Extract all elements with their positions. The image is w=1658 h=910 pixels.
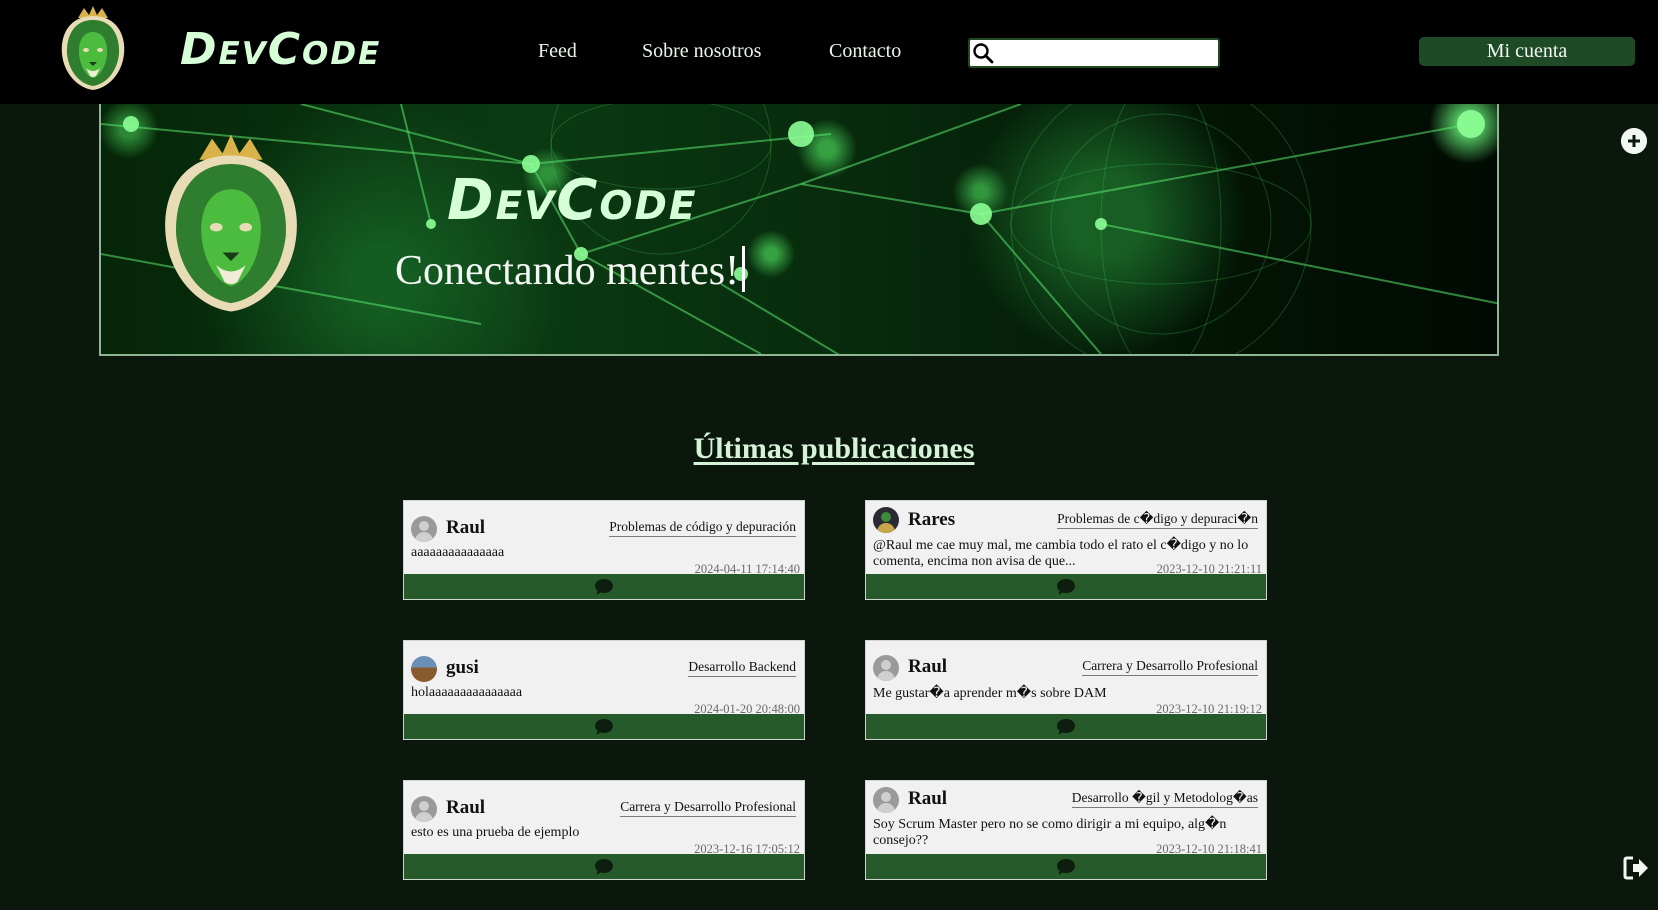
user-avatar-icon[interactable] — [411, 516, 437, 542]
post-text: holaaaaaaaaaaaaaaa — [411, 685, 523, 700]
user-avatar-icon[interactable] — [411, 796, 437, 822]
post-comments-bar[interactable] — [866, 714, 1266, 739]
comment-icon[interactable] — [1056, 858, 1076, 876]
post-category-tag[interactable]: Desarrollo Backend — [688, 659, 796, 677]
post-card[interactable]: Rares Problemas de c�digo y depuraci�n @… — [865, 500, 1267, 600]
post-author[interactable]: Raul — [446, 797, 485, 819]
post-category-tag[interactable]: Problemas de c�digo y depuraci�n — [1057, 511, 1258, 529]
comment-icon[interactable] — [594, 858, 614, 876]
plus-circle-icon[interactable] — [1621, 128, 1647, 154]
search-bar — [968, 38, 1220, 68]
post-category-tag[interactable]: Carrera y Desarrollo Profesional — [1082, 658, 1258, 676]
post-author[interactable]: gusi — [446, 657, 479, 679]
post-text: aaaaaaaaaaaaaaa — [411, 545, 505, 560]
user-avatar-icon[interactable] — [411, 656, 437, 682]
post-card[interactable]: Raul Problemas de código y depuración aa… — [403, 500, 805, 600]
hero-tagline: Conectando mentes! — [395, 246, 746, 295]
top-navbar: DevCode Feed Sobre nosotros Contacto Mi … — [0, 0, 1658, 104]
post-category-tag[interactable]: Desarrollo �gil y Metodolog�as — [1071, 790, 1258, 808]
user-avatar-icon[interactable] — [873, 655, 899, 681]
post-text: Me gustar�a aprender m�s sobre DAM — [873, 686, 1107, 701]
post-comments-bar[interactable] — [404, 714, 804, 739]
my-account-button[interactable]: Mi cuenta — [1419, 37, 1635, 66]
comment-icon[interactable] — [594, 578, 614, 596]
nav-link-feed[interactable]: Feed — [538, 40, 577, 63]
network-background-image — [101, 104, 1497, 354]
user-avatar-icon[interactable] — [873, 507, 899, 533]
hero-tagline-text: Conectando mentes! — [395, 248, 740, 294]
lion-logo-icon — [165, 134, 297, 312]
post-author[interactable]: Rares — [908, 509, 955, 531]
post-author[interactable]: Raul — [908, 656, 947, 678]
search-input[interactable] — [996, 40, 1218, 66]
post-category-tag[interactable]: Problemas de código y depuración — [609, 519, 796, 537]
comment-icon[interactable] — [1056, 718, 1076, 736]
hero-brand-title: DevCode — [447, 168, 698, 233]
typing-caret — [742, 246, 746, 292]
post-card[interactable]: Raul Carrera y Desarrollo Profesional Me… — [865, 640, 1267, 740]
nav-link-contact[interactable]: Contacto — [829, 40, 901, 63]
post-comments-bar[interactable] — [404, 574, 804, 599]
post-comments-bar[interactable] — [404, 854, 804, 879]
post-card[interactable]: Raul Carrera y Desarrollo Profesional es… — [403, 780, 805, 880]
post-category-tag[interactable]: Carrera y Desarrollo Profesional — [620, 799, 796, 817]
post-text: esto es una prueba de ejemplo — [411, 825, 580, 840]
hero-banner: DevCode Conectando mentes! — [99, 104, 1499, 356]
lion-logo-icon[interactable] — [56, 4, 130, 92]
post-card[interactable]: Raul Desarrollo �gil y Metodolog�as Soy … — [865, 780, 1267, 880]
search-icon[interactable] — [972, 42, 994, 64]
logout-icon[interactable] — [1622, 855, 1650, 881]
post-author[interactable]: Raul — [908, 788, 947, 810]
section-title: Últimas publicaciones — [693, 432, 975, 465]
post-card[interactable]: gusi Desarrollo Backend holaaaaaaaaaaaaa… — [403, 640, 805, 740]
user-avatar-icon[interactable] — [873, 787, 899, 813]
post-comments-bar[interactable] — [866, 854, 1266, 879]
brand-logo-text[interactable]: DevCode — [180, 24, 381, 75]
post-comments-bar[interactable] — [866, 574, 1266, 599]
comment-icon[interactable] — [594, 718, 614, 736]
nav-link-about[interactable]: Sobre nosotros — [642, 40, 761, 63]
post-author[interactable]: Raul — [446, 517, 485, 539]
comment-icon[interactable] — [1056, 578, 1076, 596]
